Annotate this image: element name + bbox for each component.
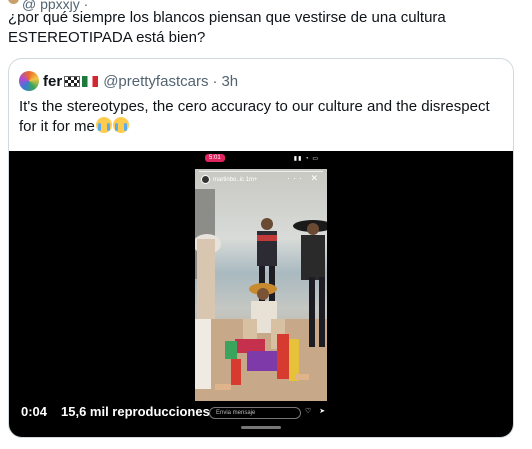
author-name[interactable]: fer: [43, 73, 62, 90]
status-icons: ▮▮ ◔ ▭: [293, 156, 319, 162]
story-username-text: martinbo..ic 1m+: [213, 176, 258, 183]
video-view-count: 15,6 mil reproducciones: [61, 404, 210, 419]
quoted-tweet-header: fer @prettyfastcars · 3h: [19, 71, 238, 91]
story-reply-field: Envia mensaje: [209, 407, 301, 419]
crying-face-icon: [95, 117, 112, 133]
avatar[interactable]: [19, 71, 39, 91]
avatar: [201, 175, 210, 184]
video-player[interactable]: 5:01 ▮▮ ◔ ▭ martinbo..ic 1m+ ··· ✕ Envia…: [9, 151, 513, 437]
record-badge: 5:01: [205, 154, 225, 162]
home-indicator: [241, 426, 281, 429]
avatar: [8, 0, 19, 4]
checkered-flag-icon: [64, 75, 81, 87]
timestamp[interactable]: 3h: [221, 73, 238, 90]
story-progress-bar: [199, 171, 323, 172]
story-menu-close-icons: ··· ✕: [286, 173, 321, 183]
mexico-flag-icon: [82, 75, 99, 87]
heart-send-icons: ♡ ➤: [305, 408, 329, 415]
tweet-text: ¿por qué siempre los blancos piensan que…: [8, 9, 446, 46]
phone-status-bar: 5:01 ▮▮ ◔ ▭: [195, 154, 327, 166]
separator: ·: [212, 72, 218, 90]
quoted-tweet-text: It's the stereotypes, the cero accuracy …: [19, 97, 509, 137]
quoted-tweet[interactable]: fer @prettyfastcars · 3h It's the stereo…: [8, 58, 514, 438]
video-scene-image: [195, 189, 327, 401]
quoted-tweet-body: It's the stereotypes, the cero accuracy …: [19, 98, 490, 135]
video-frame: martinbo..ic 1m+ ··· ✕: [195, 169, 327, 401]
crying-face-icon: [112, 117, 129, 133]
video-elapsed-time: 0:04: [21, 404, 48, 419]
author-handle[interactable]: @prettyfastcars: [103, 73, 208, 90]
story-username: martinbo..ic 1m+: [201, 175, 258, 184]
